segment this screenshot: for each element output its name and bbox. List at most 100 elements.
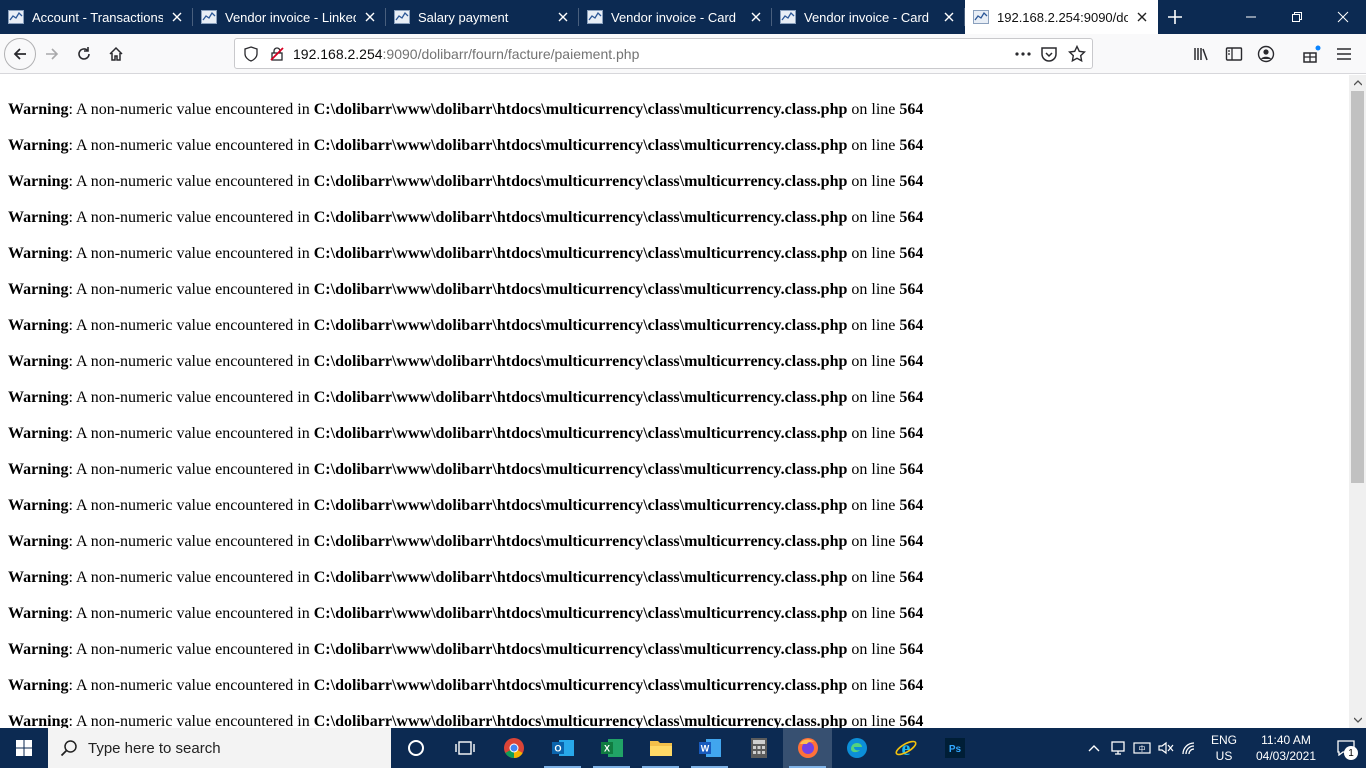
scroll-up-arrow-icon[interactable] bbox=[1349, 75, 1366, 91]
tab-0[interactable]: Account - Transactions bbox=[0, 0, 193, 34]
account-button[interactable] bbox=[1250, 38, 1282, 70]
show-hidden-icons-button[interactable] bbox=[1082, 728, 1106, 768]
tab-3[interactable]: Vendor invoice - Card bbox=[579, 0, 772, 34]
taskbar-firefox[interactable] bbox=[783, 728, 832, 768]
tab-close-icon[interactable] bbox=[362, 9, 378, 25]
chrome-icon bbox=[503, 738, 524, 759]
clock[interactable]: 11:40 AM 04/03/2021 bbox=[1246, 732, 1326, 764]
arrow-right-icon bbox=[46, 47, 59, 60]
forward-button[interactable] bbox=[36, 38, 68, 70]
excel-icon: X bbox=[600, 739, 623, 757]
svg-text:中: 中 bbox=[1139, 744, 1146, 753]
new-tab-button[interactable] bbox=[1158, 0, 1192, 34]
firefox-icon bbox=[797, 738, 818, 758]
insecure-lock-icon[interactable] bbox=[269, 46, 285, 62]
page-content: Warning : A non-numeric value encountered… bbox=[0, 75, 1349, 728]
tray-device-icon[interactable] bbox=[1106, 728, 1130, 768]
minimize-button[interactable] bbox=[1228, 0, 1274, 34]
plus-icon bbox=[1168, 10, 1182, 24]
warning-on-line: on line bbox=[847, 497, 900, 514]
restore-button[interactable] bbox=[1274, 0, 1320, 34]
php-warning-line: Warning: A non-numeric value encountered… bbox=[8, 425, 923, 443]
tab-strip: Account - Transactions Vendor invoice - L… bbox=[0, 0, 1366, 34]
php-warning-line: Warning: A non-numeric value encountered… bbox=[8, 353, 923, 371]
tab-2[interactable]: Salary payment bbox=[386, 0, 579, 34]
warning-file-path: C:\dolibarr\www\dolibarr\htdocs\multicur… bbox=[313, 569, 848, 586]
warning-on-line: on line bbox=[847, 281, 900, 298]
tab-title: Vendor invoice - Card bbox=[611, 9, 737, 25]
sidebar-button[interactable] bbox=[1218, 38, 1250, 70]
tab-close-icon[interactable] bbox=[748, 9, 764, 25]
pocket-icon[interactable] bbox=[1040, 45, 1058, 63]
warning-message: : A non-numeric value encountered in bbox=[68, 677, 314, 694]
taskbar-calculator[interactable] bbox=[734, 728, 783, 768]
warning-file-path: C:\dolibarr\www\dolibarr\htdocs\multicur… bbox=[313, 389, 848, 406]
tab-close-icon[interactable] bbox=[555, 9, 571, 25]
input-language[interactable]: ENG US bbox=[1202, 732, 1246, 764]
home-icon bbox=[109, 46, 123, 61]
system-tray: 中 ENG US 11:40 AM 04/03/2021 1 bbox=[1082, 728, 1366, 768]
taskbar-chrome[interactable] bbox=[489, 728, 538, 768]
scrollbar-thumb[interactable] bbox=[1351, 91, 1364, 483]
folder-icon bbox=[649, 741, 672, 756]
dolibarr-favicon-icon bbox=[973, 9, 989, 25]
taskbar-internet-explorer[interactable]: e bbox=[881, 728, 930, 768]
navigation-toolbar: 192.168.2.254:9090/dolibarr/fourn/factur… bbox=[0, 34, 1366, 74]
warning-on-line: on line bbox=[847, 677, 900, 694]
url-bar[interactable]: 192.168.2.254:9090/dolibarr/fourn/factur… bbox=[234, 38, 1093, 69]
action-center-button[interactable]: 1 bbox=[1326, 728, 1366, 768]
close-window-button[interactable] bbox=[1320, 0, 1366, 34]
url-text[interactable]: 192.168.2.254:9090/dolibarr/fourn/factur… bbox=[293, 46, 639, 62]
tab-title: Account - Transactions bbox=[32, 9, 163, 25]
warning-message: : A non-numeric value encountered in bbox=[68, 101, 314, 118]
taskbar-excel[interactable]: X bbox=[587, 728, 636, 768]
back-button[interactable] bbox=[4, 37, 36, 70]
tab-5[interactable]: 192.168.2.254:9090/dolibarr/fo bbox=[965, 0, 1158, 34]
warning-line-number: 564 bbox=[899, 209, 924, 226]
scroll-down-arrow-icon[interactable] bbox=[1349, 712, 1366, 728]
warning-message: : A non-numeric value encountered in bbox=[68, 209, 314, 226]
warning-message: : A non-numeric value encountered in bbox=[68, 245, 314, 262]
ime-icon[interactable]: 中 bbox=[1130, 728, 1154, 768]
tab-1[interactable]: Vendor invoice - Linked f bbox=[193, 0, 386, 34]
tab-close-icon[interactable] bbox=[941, 9, 957, 25]
taskbar-photoshop[interactable]: Ps bbox=[930, 728, 979, 768]
taskbar-word[interactable]: W bbox=[685, 728, 734, 768]
cortana-button[interactable] bbox=[391, 728, 440, 768]
warning-label: Warning bbox=[8, 533, 69, 550]
cortana-icon bbox=[407, 740, 424, 756]
tab-close-icon[interactable] bbox=[169, 9, 185, 25]
volume-muted-icon[interactable] bbox=[1154, 728, 1178, 768]
warning-message: : A non-numeric value encountered in bbox=[68, 641, 314, 658]
home-button[interactable] bbox=[100, 38, 132, 70]
url-path: :9090/dolibarr/fourn/facture/paiement.ph… bbox=[382, 45, 640, 62]
shield-icon[interactable] bbox=[243, 45, 259, 62]
php-warning-line: Warning: A non-numeric value encountered… bbox=[8, 173, 923, 191]
taskbar-edge[interactable] bbox=[832, 728, 881, 768]
start-button[interactable] bbox=[0, 728, 48, 768]
extensions-icon bbox=[1303, 45, 1321, 63]
task-view-button[interactable] bbox=[440, 728, 489, 768]
tab-close-icon[interactable] bbox=[1134, 9, 1150, 25]
taskbar-search-box[interactable]: Type here to search bbox=[48, 728, 391, 768]
tab-4[interactable]: Vendor invoice - Card bbox=[772, 0, 965, 34]
warning-message: : A non-numeric value encountered in bbox=[68, 281, 314, 298]
window-controls bbox=[1228, 0, 1366, 34]
url-host: 192.168.2.254 bbox=[293, 45, 383, 62]
reload-button[interactable] bbox=[68, 38, 100, 70]
php-warning-line: Warning: A non-numeric value encountered… bbox=[8, 317, 923, 335]
menu-button[interactable] bbox=[1328, 38, 1360, 70]
warning-label: Warning bbox=[8, 137, 69, 154]
page-actions-icon[interactable] bbox=[1014, 45, 1032, 63]
dolibarr-favicon-icon bbox=[201, 9, 217, 25]
extensions-button[interactable] bbox=[1296, 38, 1328, 70]
taskbar-file-explorer[interactable] bbox=[636, 728, 685, 768]
taskbar-outlook[interactable]: O bbox=[538, 728, 587, 768]
library-button[interactable] bbox=[1186, 38, 1218, 70]
vertical-scrollbar[interactable] bbox=[1349, 75, 1366, 728]
bookmark-star-icon[interactable] bbox=[1068, 45, 1086, 63]
php-warning-line: Warning: A non-numeric value encountered… bbox=[8, 101, 923, 119]
warning-on-line: on line bbox=[847, 713, 900, 728]
warning-on-line: on line bbox=[847, 461, 900, 478]
wifi-icon[interactable] bbox=[1178, 728, 1202, 768]
